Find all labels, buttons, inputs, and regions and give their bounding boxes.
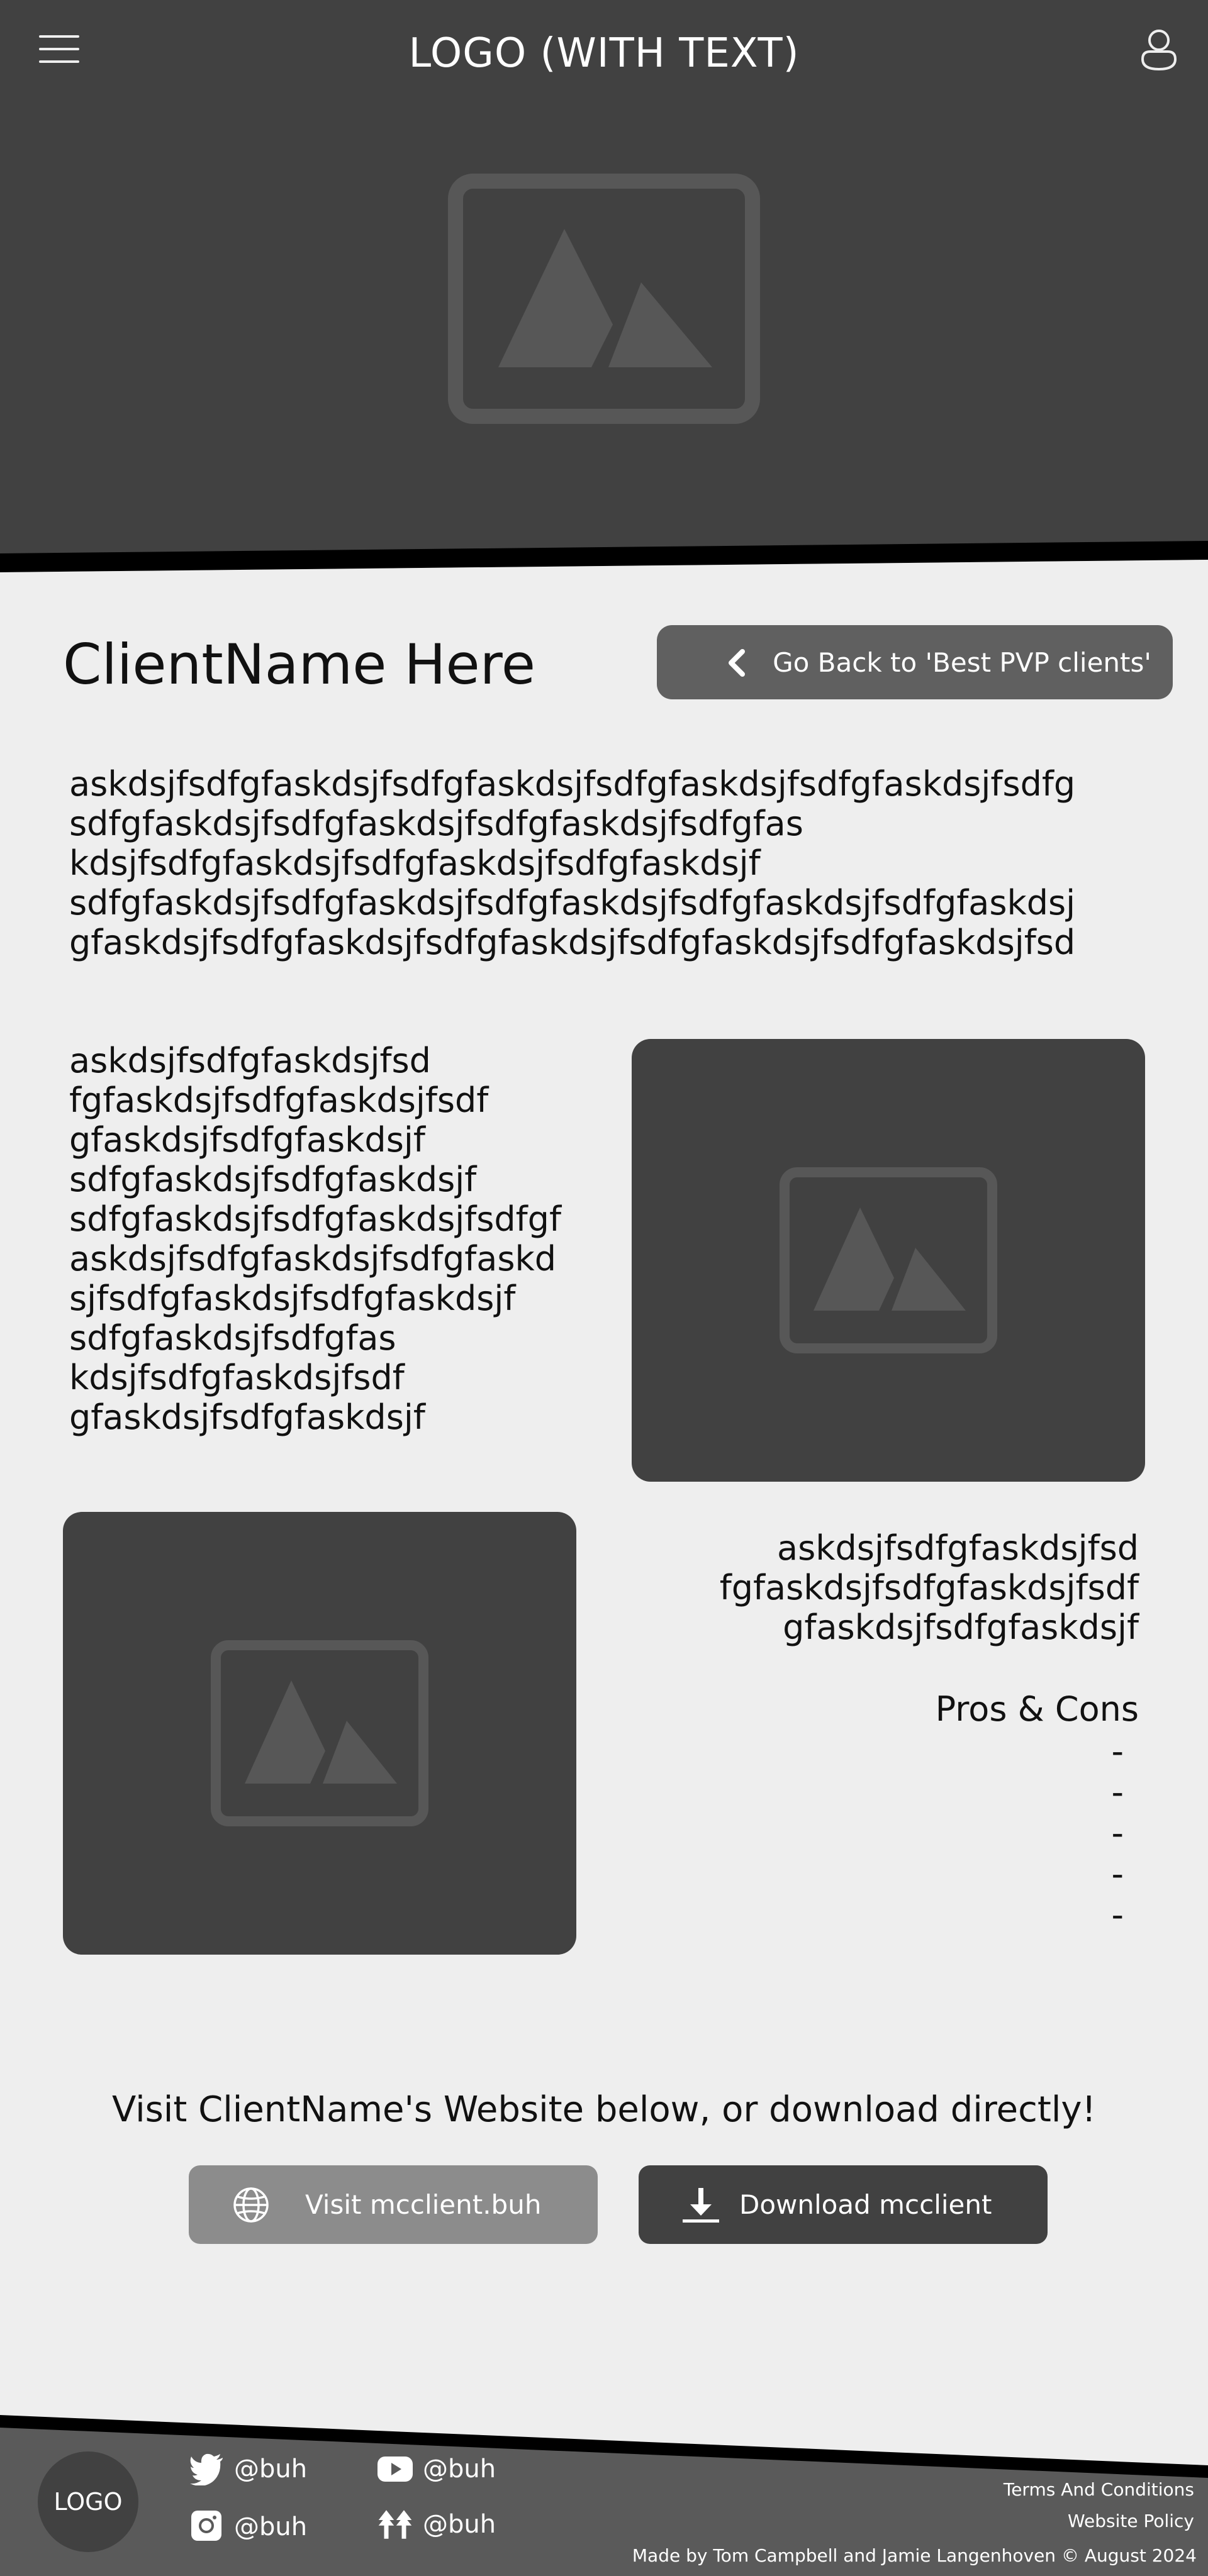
list-item: - <box>1111 1854 1124 1894</box>
policy-link[interactable]: Website Policy <box>1004 2506 1194 2537</box>
list-item: - <box>1111 1813 1124 1853</box>
twitter-icon <box>190 2453 223 2485</box>
back-button-label: Go Back to 'Best PVP clients' <box>773 647 1151 678</box>
image-placeholder-icon <box>211 1640 428 1826</box>
youtube-icon <box>378 2457 413 2482</box>
cta-text: Visit ClientName's Website below, or dow… <box>111 2089 1096 2130</box>
image-placeholder-icon <box>448 174 760 424</box>
youtube-handle: @buh <box>423 2455 496 2484</box>
list-item: - <box>1111 1731 1124 1771</box>
twitter-handle: @buh <box>234 2455 308 2484</box>
details-paragraph: askdsjfsdfgfaskdsjfsd fgfaskdsjfsdfgfask… <box>719 1528 1139 1647</box>
description-paragraph: askdsjfsdfgfaskdsjfsd fgfaskdsjfsdfgfask… <box>69 1041 561 1437</box>
client-image-2 <box>63 1512 576 1955</box>
user-account-icon[interactable] <box>1140 28 1178 73</box>
visit-website-button[interactable]: Visit mcclient.buh <box>189 2165 598 2244</box>
instagram-icon <box>191 2511 221 2541</box>
image-placeholder-icon <box>780 1167 997 1353</box>
download-button[interactable]: Download mcclient <box>639 2165 1048 2244</box>
page-title: ClientName Here <box>63 632 536 697</box>
download-button-label: Download mcclient <box>739 2189 992 2220</box>
pros-cons-list: - - - - - <box>1112 1731 1124 1935</box>
client-image-1 <box>632 1039 1145 1482</box>
intro-paragraph: askdsjfsdfgfaskdsjfsdfgfaskdsjfsdfgfaskd… <box>69 764 1076 962</box>
instagram-handle: @buh <box>234 2512 308 2541</box>
footer-links: Terms And Conditions Website Policy <box>1004 2474 1194 2537</box>
chevron-left-icon <box>729 649 745 677</box>
linktree-handle: @buh <box>423 2510 496 2539</box>
list-item: - <box>1111 1772 1124 1812</box>
footer-logo[interactable]: LOGO <box>38 2451 138 2552</box>
instagram-link[interactable]: @buh <box>189 2511 307 2543</box>
youtube-link[interactable]: @buh <box>378 2453 496 2485</box>
terms-link[interactable]: Terms And Conditions <box>1004 2474 1194 2506</box>
linktree-link[interactable]: @buh <box>378 2508 496 2541</box>
linktree-icon <box>378 2510 412 2539</box>
visit-button-label: Visit mcclient.buh <box>305 2189 542 2220</box>
pros-cons-heading: Pros & Cons <box>935 1689 1139 1729</box>
footer-credit: Made by Tom Campbell and Jamie Langenhov… <box>632 2545 1197 2566</box>
download-icon <box>683 2188 719 2223</box>
list-item: - <box>1111 1895 1124 1935</box>
twitter-link[interactable]: @buh <box>189 2453 307 2485</box>
site-logo-text[interactable]: LOGO (WITH TEXT) <box>0 30 1208 77</box>
globe-icon <box>233 2187 269 2223</box>
back-button[interactable]: Go Back to 'Best PVP clients' <box>657 625 1173 699</box>
